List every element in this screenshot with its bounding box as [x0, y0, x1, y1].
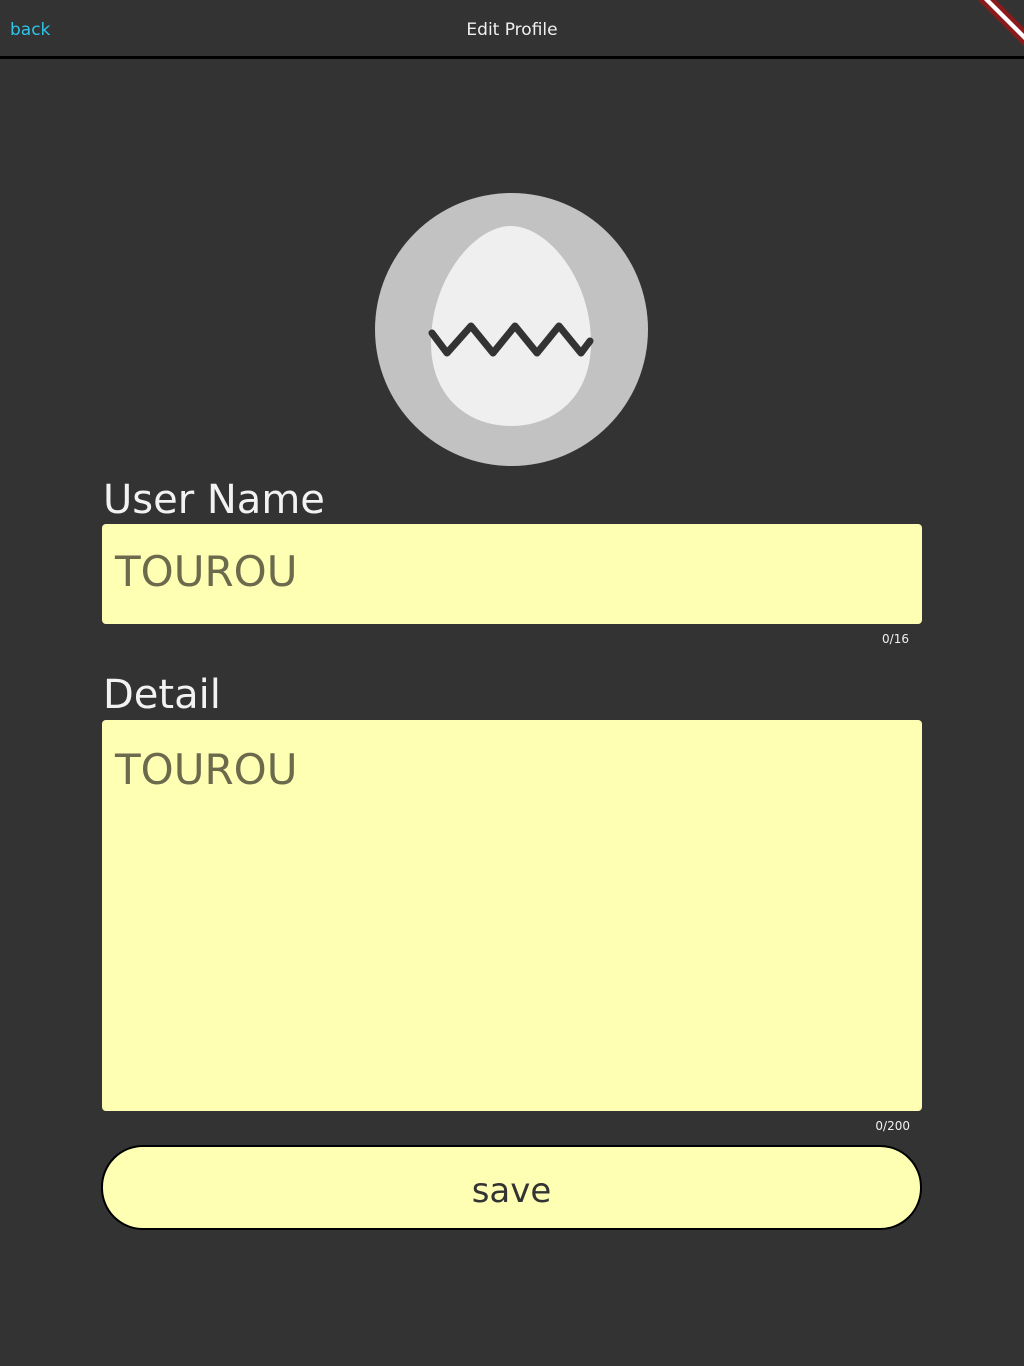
app-bar: back Edit Profile	[0, 0, 1024, 59]
user-name-input[interactable]: TOUROU	[102, 524, 922, 624]
profile-avatar[interactable]	[375, 193, 648, 466]
detail-textarea[interactable]: TOUROU	[102, 720, 922, 1111]
detail-label: Detail	[103, 672, 221, 718]
user-name-label: User Name	[103, 477, 325, 523]
cracked-egg-icon	[428, 226, 594, 426]
user-name-char-counter: 0/16	[882, 632, 909, 646]
debug-banner-icon	[964, 0, 1024, 60]
page-title: Edit Profile	[466, 20, 558, 40]
save-button[interactable]: save	[101, 1145, 922, 1230]
detail-char-counter: 0/200	[875, 1119, 910, 1133]
